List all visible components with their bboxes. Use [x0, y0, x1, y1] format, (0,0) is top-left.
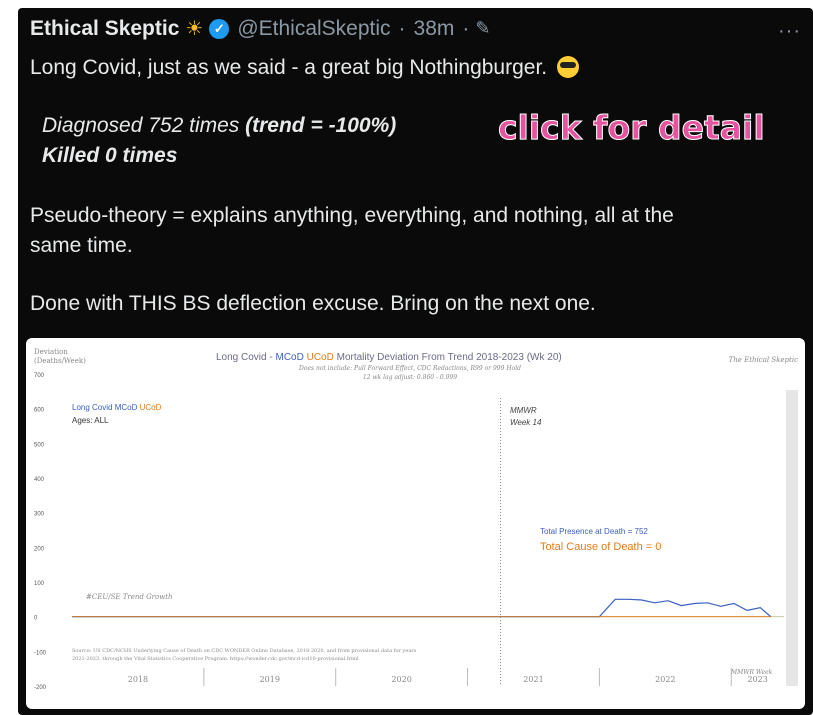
y-tick-label: 200 [34, 546, 45, 552]
author-name[interactable]: Ethical Skeptic [30, 17, 179, 41]
tweet-card[interactable]: Ethical Skeptic ☀ ✓ @EthicalSkeptic · 38… [18, 8, 813, 715]
chart-title-suffix: Mortality Deviation From Trend 2018-2023… [334, 352, 562, 363]
source-note-1: Source: US CDC/NCHS Underlying Cause of … [72, 648, 417, 654]
y-tick-label: 0 [34, 616, 38, 622]
mmwr-label-2: Week 14 [510, 418, 542, 427]
chart-title-mcod: MCoD [275, 352, 303, 363]
chart-svg: Deviation (Deaths/Week) Long Covid - MCo… [34, 348, 798, 691]
author-handle[interactable]: @EthicalSkeptic [237, 17, 390, 41]
tweet-header: Ethical Skeptic ☀ ✓ @EthicalSkeptic · 38… [30, 16, 491, 41]
chart-title-prefix: Long Covid - [216, 352, 275, 363]
mmwr-label-1: MMWR [510, 406, 537, 415]
chart-title-ucod: UCoD [307, 352, 334, 363]
diagnosed-line: Diagnosed 752 times (trend = -100%) [42, 114, 396, 138]
y-tick-label: 100 [34, 581, 45, 587]
chart-subtitle-1: Does not include: Pull Forward Effect, C… [298, 365, 521, 372]
tweet-text-intro: Long Covid, just as we said - a great bi… [30, 56, 579, 80]
trend-growth-label: #CEU/SE Trend Growth [86, 593, 173, 601]
x-tick-label-year: 2022 [655, 675, 675, 684]
intro-text: Long Covid, just as we said - a great bi… [30, 56, 548, 79]
legend-ucod: UCoD [140, 403, 162, 412]
x-tick-label-year: 2018 [128, 675, 148, 684]
verified-badge-icon[interactable]: ✓ [209, 18, 230, 39]
diagnosed-text: Diagnosed 752 times [42, 114, 240, 137]
click-for-detail-callout[interactable]: click for detail [498, 108, 766, 148]
source-note-2: 2021-2023, through the Vital Statistics … [72, 656, 359, 662]
legend-mcod: MCoD [115, 403, 138, 412]
chart-subtitle-2: 12 wk lag adjust: 0.860 - 0.999 [363, 374, 457, 381]
timestamp[interactable]: 38m [414, 17, 455, 41]
sun-icon: ☀ [185, 18, 204, 40]
killed-text: Killed 0 times [42, 144, 178, 167]
attached-chart-image[interactable]: Deviation (Deaths/Week) Long Covid - MCo… [26, 338, 805, 709]
more-options-icon[interactable]: ··· [778, 20, 801, 43]
x-tick-label-year: 2019 [260, 675, 280, 684]
trend-text: (trend = -100%) [245, 114, 397, 137]
y-axis-label-1: Deviation [34, 348, 68, 356]
legend-prefix: Long Covid [72, 403, 115, 412]
chart-plot-area: 700 600 500 400 300 200 100 0 -100 -200 2018 2019 20… [34, 373, 798, 691]
cause-of-death-text: Total Cause of Death = 0 [540, 541, 661, 553]
y-tick-label: 300 [34, 512, 45, 518]
done-text: Done with THIS BS deflection excuse. Bri… [30, 292, 596, 315]
x-tick-label-year: 2020 [391, 675, 411, 684]
pencil-icon[interactable]: ✎ [475, 18, 490, 39]
chart-title: Long Covid - MCoD UCoD Mortality Deviati… [216, 352, 562, 363]
pseudo-theory-line-2: same time. [30, 234, 133, 257]
series-line-mcod [72, 598, 772, 618]
y-tick-label: -100 [34, 650, 47, 656]
y-axis-label-2: (Deaths/Week) [34, 357, 86, 365]
sunglasses-emoji-icon [556, 56, 579, 78]
pseudo-theory-line-1: Pseudo-theory = explains anything, every… [30, 204, 674, 227]
chart-legend: Long Covid MCoD UCoD [72, 403, 162, 412]
separator-dot: · [398, 16, 406, 40]
presence-at-death-text: Total Presence at Death = 752 [540, 527, 648, 536]
chart-watermark: The Ethical Skeptic [729, 356, 798, 364]
separator-dot: · [462, 16, 470, 40]
y-tick-label: 400 [34, 477, 45, 483]
y-tick-label: -200 [34, 685, 47, 691]
y-tick-label: 600 [34, 408, 45, 414]
y-tick-label: 500 [34, 442, 45, 448]
x-tick-label-year: 2021 [523, 675, 543, 684]
chart-ages-label: Ages: ALL [72, 416, 109, 425]
right-shaded-band [786, 390, 798, 686]
y-tick-label: 700 [34, 373, 45, 379]
x-tick-label-year: 2023 [747, 675, 767, 684]
